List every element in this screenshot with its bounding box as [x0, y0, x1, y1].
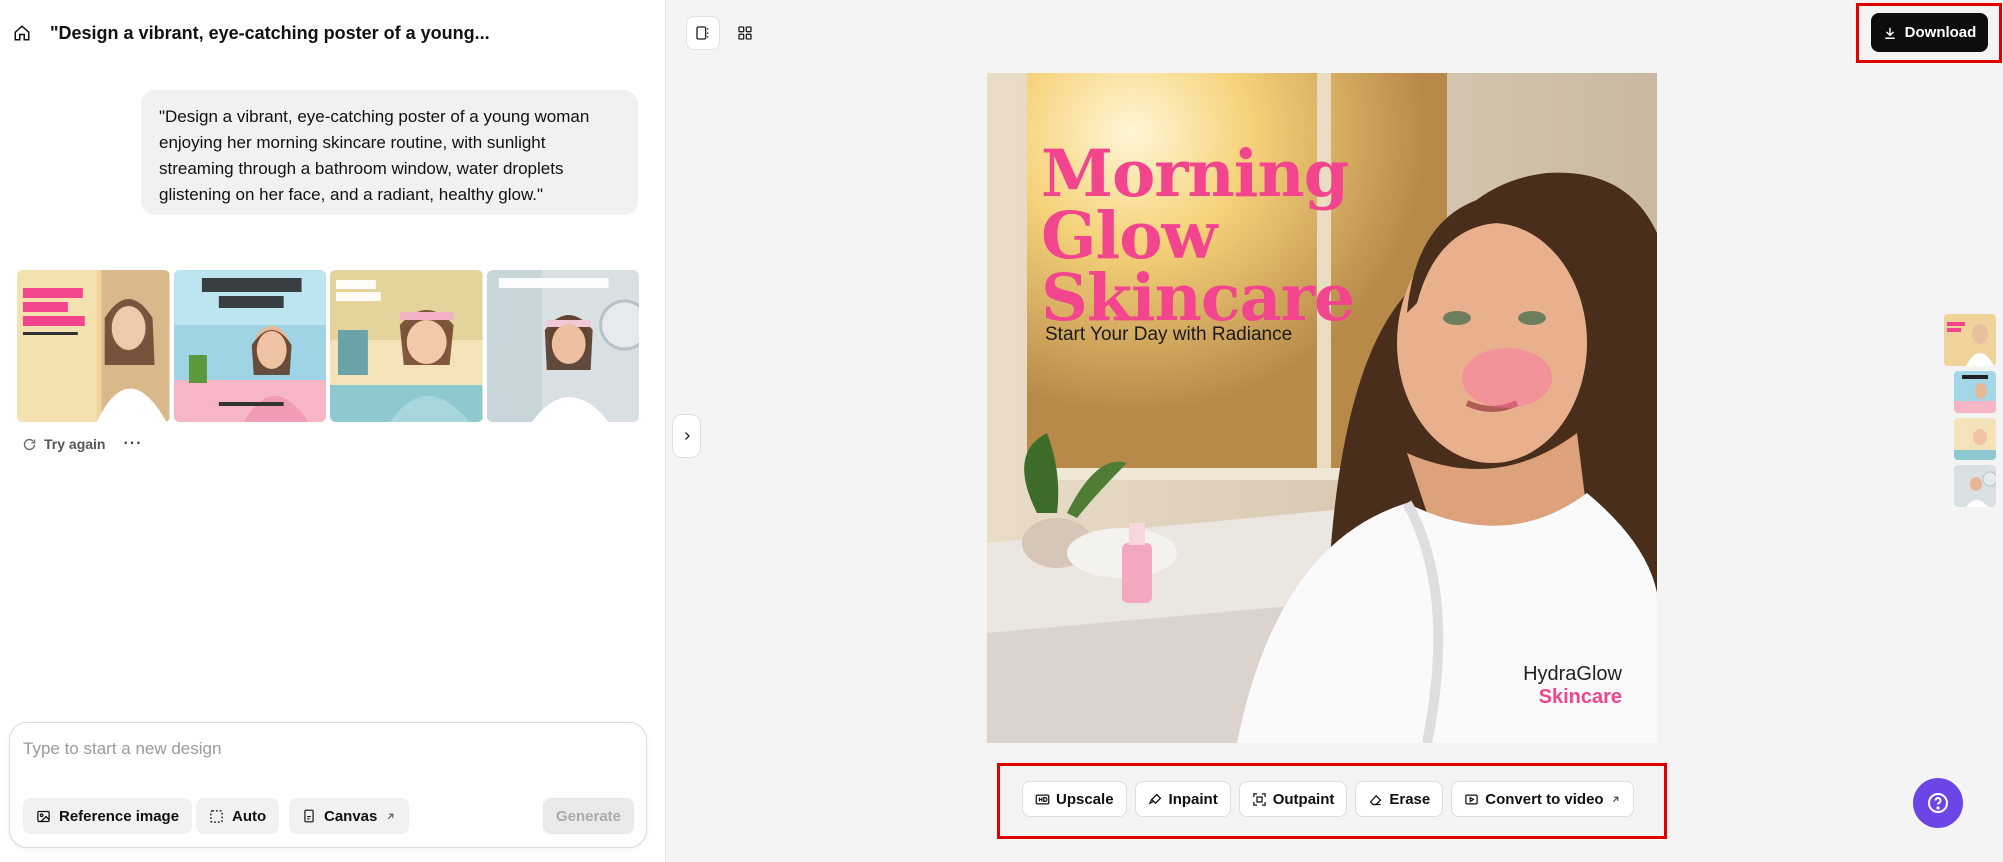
upscale-button[interactable]: Upscale — [1022, 781, 1127, 817]
result-thumbnail-4[interactable] — [486, 270, 639, 422]
main-poster-preview: Morning Glow Skincare Start Your Day wit… — [987, 73, 1657, 743]
auto-button[interactable]: Auto — [196, 798, 280, 834]
result-thumbnail-2[interactable] — [173, 270, 326, 422]
poster-title: Morning Glow Skincare — [1041, 136, 1401, 336]
outpaint-label: Outpaint — [1272, 790, 1335, 808]
chat-panel: "Design a vibrant, eye-catching poster o… — [0, 0, 666, 862]
canvas-button[interactable]: Canvas — [289, 798, 410, 834]
brush-icon — [1148, 793, 1161, 805]
poster-title-line1: Morning — [1041, 136, 1349, 212]
outpaint-button[interactable]: Outpaint — [1238, 781, 1348, 817]
refresh-icon — [23, 438, 36, 450]
auto-select-icon — [210, 809, 223, 823]
prompt-composer: Reference image Auto Canvas Generate — [9, 722, 647, 848]
side-thumbnail-strip — [1944, 314, 1996, 507]
result-thumbnail-1[interactable] — [17, 270, 170, 422]
eraser-icon — [1370, 794, 1382, 805]
canvas-label: Canvas — [324, 807, 378, 825]
try-again-button[interactable]: Try again — [22, 436, 105, 452]
new-design-input[interactable] — [23, 737, 623, 761]
inpaint-button[interactable]: Inpaint — [1134, 781, 1231, 817]
auto-label: Auto — [232, 807, 267, 825]
inpaint-label: Inpaint — [1168, 790, 1218, 808]
result-thumbnail-3[interactable] — [330, 270, 483, 422]
expand-frame-icon — [1252, 792, 1266, 806]
single-view-icon — [696, 26, 709, 40]
canvas-icon — [304, 809, 314, 823]
canvas-panel: Download Morning Glow Skincare Start You… — [667, 0, 2003, 862]
view-toggle — [686, 16, 762, 50]
hd-icon — [1035, 794, 1050, 804]
upscale-label: Upscale — [1056, 790, 1114, 808]
chat-header: "Design a vibrant, eye-catching poster o… — [0, 0, 666, 66]
external-link-icon — [388, 813, 394, 819]
side-thumbnail-4[interactable] — [1954, 465, 1996, 507]
download-label: Download — [1904, 24, 1977, 41]
edit-toolbar: Upscale Inpaint Outpaint Erase Convert t… — [1022, 781, 1634, 817]
poster-brand: HydraGlow Skincare — [1512, 663, 1622, 709]
poster-brand-name: HydraGlow — [1523, 663, 1622, 685]
try-again-label: Try again — [44, 436, 106, 452]
poster-tagline: Start Your Day with Radiance — [1045, 324, 1293, 345]
result-thumbnails — [17, 270, 639, 422]
grid-icon — [738, 26, 752, 40]
single-view-button[interactable] — [686, 16, 720, 50]
poster-title-line3: Skincare — [1041, 260, 1355, 336]
home-icon[interactable] — [12, 23, 32, 43]
help-icon — [1928, 793, 1948, 813]
more-options-button[interactable]: ··· — [123, 435, 142, 453]
external-link-icon — [1612, 796, 1618, 802]
poster-title-line2: Glow — [1041, 198, 1218, 274]
download-icon — [1884, 27, 1895, 39]
chevron-right-icon — [684, 432, 690, 440]
user-prompt-bubble: "Design a vibrant, eye-catching poster o… — [141, 90, 638, 215]
reference-image-label: Reference image — [59, 807, 180, 825]
reference-image-button[interactable]: Reference image — [23, 798, 193, 834]
result-actions: Try again ··· — [22, 434, 142, 454]
side-thumbnail-2[interactable] — [1954, 371, 1996, 413]
video-icon — [1465, 794, 1478, 804]
help-button[interactable] — [1913, 778, 1963, 828]
page-title: "Design a vibrant, eye-catching poster o… — [50, 22, 490, 43]
image-icon — [37, 810, 50, 822]
erase-button[interactable]: Erase — [1355, 781, 1444, 817]
side-thumbnail-1[interactable] — [1944, 314, 1996, 366]
convert-to-video-button[interactable]: Convert to video — [1451, 781, 1634, 817]
erase-label: Erase — [1389, 790, 1431, 808]
grid-view-button[interactable] — [728, 16, 762, 50]
download-button[interactable]: Download — [1871, 13, 1988, 52]
expand-panel-button[interactable] — [672, 414, 701, 458]
generate-button[interactable]: Generate — [543, 798, 634, 834]
app-root: "Design a vibrant, eye-catching poster o… — [0, 0, 2003, 862]
convert-to-video-label: Convert to video — [1485, 790, 1604, 808]
poster-brand-sub: Skincare — [1538, 686, 1622, 708]
side-thumbnail-3[interactable] — [1954, 418, 1996, 460]
